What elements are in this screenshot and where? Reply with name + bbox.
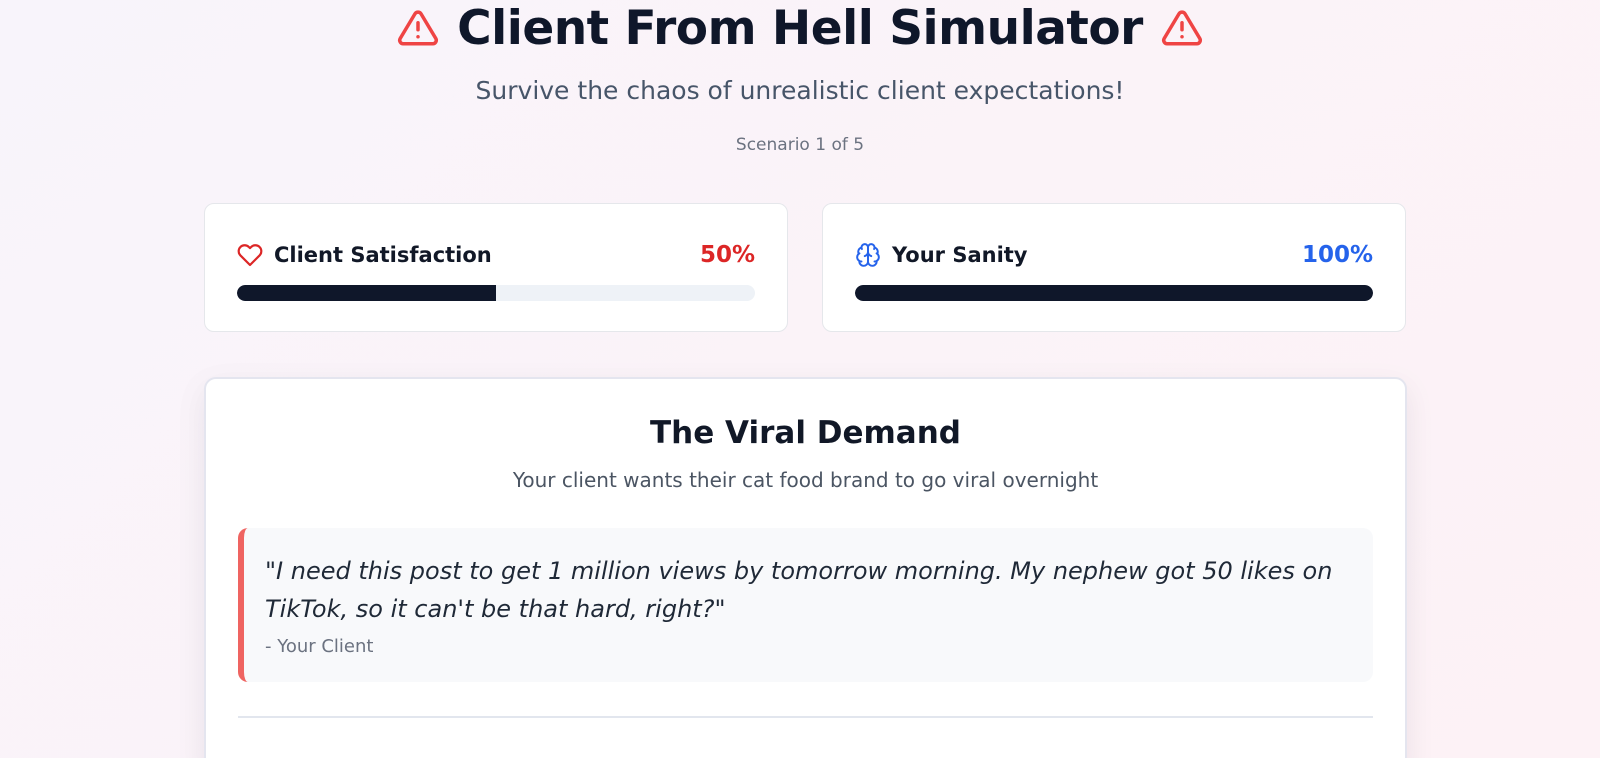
- page-title: Client From Hell Simulator: [457, 0, 1143, 56]
- page-subtitle: Survive the chaos of unrealistic client …: [475, 76, 1125, 105]
- client-satisfaction-card: Client Satisfaction 50%: [204, 203, 788, 332]
- scenario-description: Your client wants their cat food brand t…: [512, 468, 1099, 492]
- scenario-card: The Viral Demand Your client wants their…: [204, 377, 1407, 758]
- scenario-counter: Scenario 1 of 5: [735, 135, 865, 155]
- client-satisfaction-progress-fill: [237, 285, 496, 301]
- client-satisfaction-value: 50%: [699, 242, 755, 268]
- client-satisfaction-progress-bar: [237, 285, 755, 301]
- client-quote: "I need this post to get 1 million views…: [238, 528, 1373, 682]
- sanity-header: Your Sanity 100%: [855, 240, 1373, 270]
- sanity-progress-bar: [855, 285, 1373, 301]
- sanity-label: Your Sanity: [892, 243, 1028, 267]
- client-quote-text: "I need this post to get 1 million views…: [265, 557, 1333, 623]
- warning-triangle-icon: [1161, 10, 1202, 46]
- client-satisfaction-label: Client Satisfaction: [274, 243, 492, 267]
- brain-icon: [856, 243, 880, 267]
- heart-icon: [237, 244, 263, 267]
- sanity-value: 100%: [1301, 242, 1373, 268]
- warning-triangle-icon: [398, 10, 439, 46]
- sanity-progress-fill: [855, 285, 1373, 301]
- sanity-card: Your Sanity 100%: [822, 203, 1406, 332]
- client-satisfaction-header: Client Satisfaction 50%: [237, 240, 755, 270]
- client-quote-author: - Your Client: [265, 636, 374, 657]
- title-row: Client From Hell Simulator: [0, 0, 1600, 56]
- section-divider: [238, 716, 1373, 718]
- scenario-title: The Viral Demand: [650, 415, 961, 451]
